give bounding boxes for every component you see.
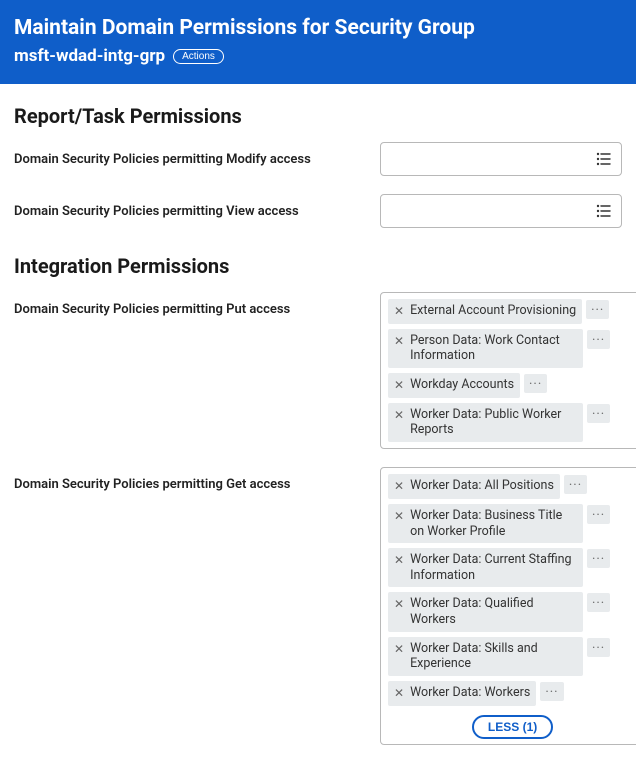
chip-label: Worker Data: Qualified Workers — [410, 596, 577, 627]
chip-actions-icon[interactable]: ··· — [587, 549, 610, 568]
selected-chip: ✕ Worker Data: Workers — [388, 681, 536, 706]
chip-label: Worker Data: Skills and Experience — [410, 641, 577, 672]
chip-actions-icon[interactable]: ··· — [587, 505, 610, 524]
chip-row: ✕ Person Data: Work Contact Information ··… — [388, 329, 610, 368]
remove-chip-icon[interactable]: ✕ — [394, 641, 404, 658]
label-put-access: Domain Security Policies permitting Put … — [14, 292, 380, 317]
chip-actions-icon[interactable]: ··· — [587, 330, 610, 349]
selected-chip: ✕ Workday Accounts — [388, 373, 520, 398]
chip-container-get: ✕ Worker Data: All Positions ··· ✕ Worker Da… — [385, 471, 636, 709]
remove-chip-icon[interactable]: ✕ — [394, 407, 404, 424]
label-modify-access: Domain Security Policies permitting Modi… — [14, 142, 380, 167]
chip-label: Worker Data: Current Staffing Informatio… — [410, 552, 577, 583]
section-heading-integration: Integration Permissions — [14, 254, 622, 278]
chip-row: ✕ Worker Data: Public Worker Reports ··· — [388, 403, 610, 442]
remove-chip-icon[interactable]: ✕ — [394, 478, 404, 495]
list-icon[interactable] — [595, 150, 613, 168]
chip-label: Person Data: Work Contact Information — [410, 333, 577, 364]
input-modify-access[interactable] — [380, 142, 622, 176]
chip-actions-icon[interactable]: ··· — [524, 374, 547, 393]
chip-label: External Account Provisioning — [410, 303, 576, 319]
remove-chip-icon[interactable]: ✕ — [394, 303, 404, 320]
chip-row: ✕ Workday Accounts ··· — [388, 373, 610, 398]
row-get-access: Domain Security Policies permitting Get … — [14, 467, 622, 745]
selected-chip: ✕ Worker Data: Skills and Experience — [388, 637, 583, 676]
selected-chip: ✕ Worker Data: All Positions — [388, 474, 560, 499]
label-view-access: Domain Security Policies permitting View… — [14, 194, 380, 219]
row-modify-access: Domain Security Policies permitting Modi… — [14, 142, 622, 176]
chip-row: ✕ External Account Provisioning ··· — [388, 299, 610, 324]
row-view-access: Domain Security Policies permitting View… — [14, 194, 622, 228]
chip-label: Worker Data: All Positions — [410, 478, 554, 494]
chip-label: Worker Data: Public Worker Reports — [410, 407, 577, 438]
selected-chip: ✕ Worker Data: Qualified Workers — [388, 592, 583, 631]
chip-row: ✕ Worker Data: Current Staffing Informati… — [388, 548, 610, 587]
selected-chip: ✕ External Account Provisioning — [388, 299, 582, 324]
section-heading-report: Report/Task Permissions — [14, 104, 622, 128]
chip-actions-icon[interactable]: ··· — [587, 638, 610, 657]
chip-actions-icon[interactable]: ··· — [587, 404, 610, 423]
selected-chip: ✕ Worker Data: Current Staffing Informati… — [388, 548, 583, 587]
chip-label: Worker Data: Business Title on Worker Pr… — [410, 508, 577, 539]
remove-chip-icon[interactable]: ✕ — [394, 508, 404, 525]
row-put-access: Domain Security Policies permitting Put … — [14, 292, 622, 449]
remove-chip-icon[interactable]: ✕ — [394, 377, 404, 394]
input-put-access[interactable]: ✕ External Account Provisioning ··· ✕ Person… — [380, 292, 636, 449]
actions-button[interactable]: Actions — [173, 49, 224, 64]
page-title: Maintain Domain Permissions for Security… — [14, 16, 622, 40]
label-get-access: Domain Security Policies permitting Get … — [14, 467, 380, 492]
remove-chip-icon[interactable]: ✕ — [394, 552, 404, 569]
chip-row: ✕ Worker Data: Qualified Workers ··· — [388, 592, 610, 631]
less-button[interactable]: LESS (1) — [472, 715, 553, 739]
chip-actions-icon[interactable]: ··· — [586, 300, 609, 319]
chip-actions-icon[interactable]: ··· — [564, 475, 587, 494]
page-header: Maintain Domain Permissions for Security… — [0, 0, 636, 84]
remove-chip-icon[interactable]: ✕ — [394, 333, 404, 350]
content: Report/Task Permissions Domain Security … — [0, 84, 636, 783]
list-icon[interactable] — [595, 202, 613, 220]
input-get-access[interactable]: ✕ Worker Data: All Positions ··· ✕ Worker Da… — [380, 467, 636, 745]
chip-row: ✕ Worker Data: Business Title on Worker P… — [388, 504, 610, 543]
remove-chip-icon[interactable]: ✕ — [394, 685, 404, 702]
chip-actions-icon[interactable]: ··· — [587, 593, 610, 612]
chip-label: Workday Accounts — [410, 377, 514, 393]
chip-row: ✕ Worker Data: All Positions ··· — [388, 474, 610, 499]
chip-row: ✕ Worker Data: Workers ··· — [388, 681, 610, 706]
selected-chip: ✕ Person Data: Work Contact Information — [388, 329, 583, 368]
page-subheader: msft-wdad-intg-grp Actions — [14, 46, 622, 66]
page-subtitle: msft-wdad-intg-grp — [14, 46, 165, 66]
remove-chip-icon[interactable]: ✕ — [394, 596, 404, 613]
selected-chip: ✕ Worker Data: Business Title on Worker P… — [388, 504, 583, 543]
chip-label: Worker Data: Workers — [410, 685, 530, 701]
chip-row: ✕ Worker Data: Skills and Experience ··· — [388, 637, 610, 676]
input-view-access[interactable] — [380, 194, 622, 228]
chip-actions-icon[interactable]: ··· — [540, 682, 563, 701]
chip-container-put: ✕ External Account Provisioning ··· ✕ Person… — [385, 296, 636, 445]
selected-chip: ✕ Worker Data: Public Worker Reports — [388, 403, 583, 442]
